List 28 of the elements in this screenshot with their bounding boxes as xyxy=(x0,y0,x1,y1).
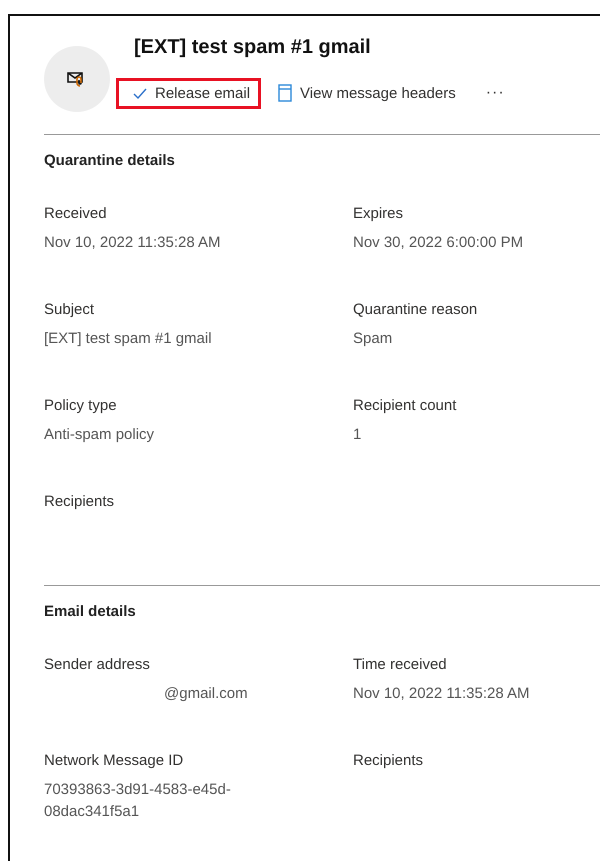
field-label: Recipients xyxy=(44,493,116,510)
field-value: Nov 30, 2022 6:00:00 PM xyxy=(353,233,524,253)
section-heading: Quarantine details xyxy=(44,152,176,169)
headers-button[interactable]: View message headers xyxy=(261,77,467,109)
more-button[interactable]: ··· xyxy=(466,77,516,109)
document-icon xyxy=(278,84,292,102)
field-value: Nov 10, 2022 11:35:28 AM xyxy=(353,684,531,704)
field-label: Expires xyxy=(353,205,404,222)
email-title: [EXT] test spam #1 gmail xyxy=(134,36,372,59)
field-value: 70393863-3d91-4583-e45d-08dac341f5a1 xyxy=(44,780,232,822)
field-label: Time received xyxy=(353,656,448,673)
field-label: Recipients xyxy=(353,752,424,769)
field-label: Subject xyxy=(44,301,96,318)
field-value: @gmail.com xyxy=(163,684,249,704)
release-button[interactable]: Release email xyxy=(116,78,262,108)
field-value: Nov 10, 2022 11:35:28 AM xyxy=(44,233,222,253)
field-value: 1 xyxy=(353,425,362,445)
checkmark-icon xyxy=(133,88,147,98)
field-value: Spam xyxy=(353,329,394,349)
field-label: Received xyxy=(44,205,108,222)
field-label: Sender address xyxy=(44,656,151,673)
section-heading: Email details xyxy=(44,603,137,620)
field-value: [EXT] test spam #1 gmail xyxy=(44,329,213,349)
field-label: Recipient count xyxy=(353,397,458,414)
field-label: Quarantine reason xyxy=(353,301,478,318)
field-label: Policy type xyxy=(44,397,118,414)
field-value: Anti-spam policy xyxy=(44,425,156,445)
field-label: Network Message ID xyxy=(44,752,184,769)
